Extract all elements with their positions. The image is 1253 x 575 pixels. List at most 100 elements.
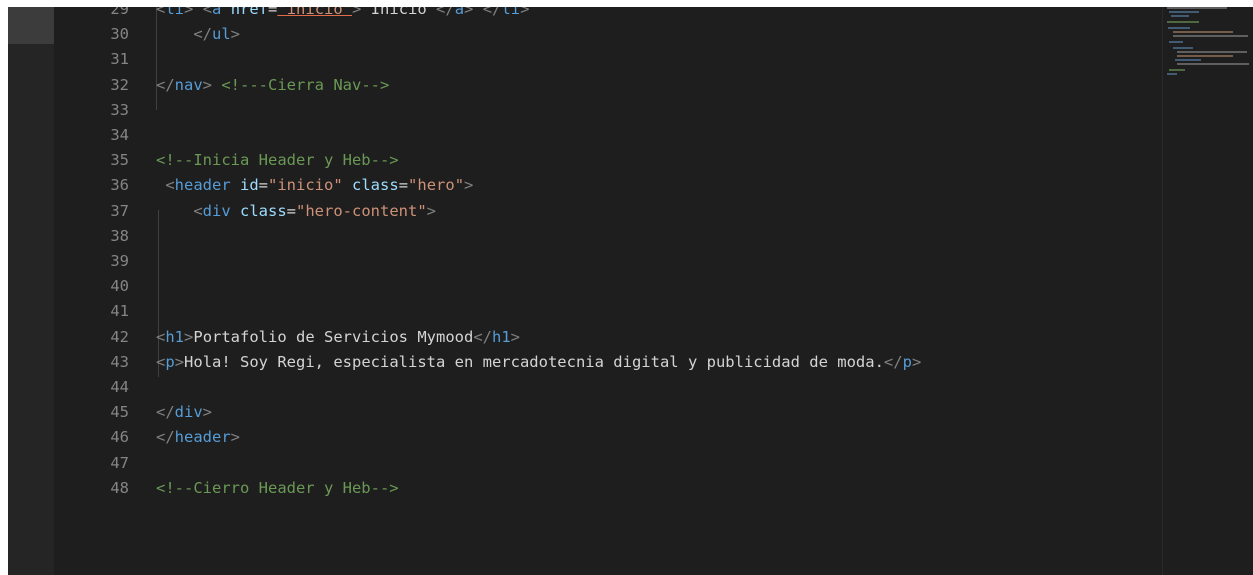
minimap-line <box>1169 11 1199 13</box>
editor-text-area[interactable]: 29 <li> <a href="inicio"> Inicio </a> </l… <box>54 7 1166 575</box>
code-token: div <box>202 201 240 220</box>
code-editor[interactable]: 29 <li> <a href="inicio"> Inicio </a> </l… <box>8 7 1253 575</box>
code-token: a <box>454 7 465 18</box>
code-token: "inicio" <box>277 7 353 18</box>
code-token: li <box>501 7 521 18</box>
code-line[interactable]: 36 <header id="inicio" class="hero"> <box>54 173 1166 198</box>
code-token: li <box>165 7 185 18</box>
code-token: > <box>230 25 241 44</box>
minimap-line <box>1169 69 1185 71</box>
minimap-line <box>1167 7 1227 9</box>
line-number: 37 <box>110 201 129 220</box>
code-token: = <box>398 176 409 195</box>
minimap-line <box>1177 63 1249 65</box>
code-line[interactable]: 40 <box>54 274 1166 299</box>
code-line[interactable]: 38 <box>54 224 1166 249</box>
line-number: 35 <box>110 151 129 170</box>
code-token: "hero-content" <box>296 201 427 220</box>
activity-bar-active-item[interactable] <box>8 7 54 44</box>
code-token: h1 <box>492 327 511 346</box>
code-token: < <box>156 176 175 195</box>
code-token: Hola! Soy Regi, especialista en mercadot… <box>184 352 884 371</box>
code-content: </ul> <box>156 22 240 47</box>
code-content: </nav> <!---Cierra Nav--> <box>156 73 389 98</box>
line-number: 40 <box>110 277 129 296</box>
minimap-line <box>1173 47 1193 49</box>
code-line[interactable]: 30 </ul> <box>54 22 1166 47</box>
code-line[interactable]: 29 <li> <a href="inicio"> Inicio </a> </l… <box>54 7 1166 22</box>
code-token: "hero" <box>408 176 465 195</box>
code-line[interactable]: 46 </header> <box>54 425 1166 450</box>
code-line[interactable]: 41 <box>54 299 1166 324</box>
code-token: > <box>352 7 371 18</box>
line-number: 29 <box>110 7 129 18</box>
code-token: <!---Cierra Nav--> <box>221 75 390 94</box>
code-line[interactable]: 43 <p>Hola! Soy Regi, especialista en mer… <box>54 350 1166 375</box>
code-content: <p>Hola! Soy Regi, especialista en merca… <box>156 350 921 375</box>
line-number: 47 <box>110 453 129 472</box>
code-line[interactable]: 47 <box>54 451 1166 476</box>
code-line[interactable]: 44 <box>54 375 1166 400</box>
code-token: ul <box>212 25 231 44</box>
code-token: Portafolio de Servicios Mymood <box>193 327 474 346</box>
code-content: <div class="hero-content"> <box>156 199 436 224</box>
line-number: 34 <box>110 126 129 144</box>
code-token: "inicio" <box>268 176 353 195</box>
code-line[interactable]: 39 <box>54 249 1166 274</box>
code-token: > <box>184 327 194 346</box>
code-token: > <box>202 403 213 422</box>
code-token: > <box>184 7 203 18</box>
code-line[interactable]: 34 <box>54 123 1166 148</box>
code-content: <!--Cierro Header y Heb--> <box>156 476 399 501</box>
code-token: id <box>240 176 259 195</box>
code-token: < <box>156 201 203 220</box>
line-number: 48 <box>110 478 129 497</box>
code-content: <!--Inicia Header y Heb--> <box>156 148 399 173</box>
code-token: > <box>520 7 530 18</box>
code-token: > <box>202 75 222 94</box>
code-line[interactable]: 37 <div class="hero-content"> <box>54 199 1166 224</box>
minimap-line <box>1169 41 1183 43</box>
minimap-line <box>1173 35 1248 37</box>
code-line[interactable]: 48 <!--Cierro Header y Heb--> <box>54 476 1166 501</box>
line-number: 45 <box>110 403 129 422</box>
line-number: 36 <box>110 176 129 195</box>
code-token: </ <box>156 25 212 44</box>
code-token: </ <box>482 7 502 18</box>
code-token: div <box>174 403 203 422</box>
line-number: 33 <box>110 100 129 119</box>
minimap-line <box>1177 51 1247 53</box>
code-token: < <box>156 7 166 18</box>
code-token: <!--Cierro Header y Heb--> <box>156 478 399 497</box>
code-line[interactable]: 45 </div> <box>54 400 1166 425</box>
line-number: 43 <box>110 352 129 371</box>
code-token: = <box>258 176 269 195</box>
line-number: 32 <box>110 75 129 94</box>
minimap-line <box>1175 59 1201 61</box>
code-token: = <box>268 7 278 18</box>
code-token: </ <box>436 7 455 18</box>
code-token: <!--Inicia Header y Heb--> <box>156 151 399 170</box>
code-line[interactable]: 32 </nav> <!---Cierra Nav--> <box>54 73 1166 98</box>
code-token: </ <box>156 403 175 422</box>
code-token: p <box>165 352 175 371</box>
code-token: nav <box>174 75 203 94</box>
minimap-line <box>1173 31 1233 33</box>
code-content: </div> <box>156 400 212 425</box>
minimap[interactable] <box>1162 7 1253 575</box>
code-line[interactable]: 33 <box>54 98 1166 123</box>
code-line[interactable]: 42 <h1>Portafolio de Servicios Mymood</h1… <box>54 325 1166 350</box>
line-number: 44 <box>110 378 129 396</box>
code-token: > <box>426 201 437 220</box>
code-line[interactable]: 31 <box>54 47 1166 72</box>
line-number: 38 <box>110 226 129 245</box>
minimap-line <box>1177 55 1233 57</box>
code-token: class <box>240 201 287 220</box>
code-token: > <box>230 428 241 447</box>
code-token: > <box>464 176 474 195</box>
code-line[interactable]: 35 <!--Inicia Header y Heb--> <box>54 148 1166 173</box>
code-content: <li> <a href="inicio"> Inicio </a> </li> <box>156 7 529 22</box>
code-token: > <box>464 7 483 18</box>
line-number: 30 <box>110 25 129 44</box>
code-content: <header id="inicio" class="hero"> <box>156 173 473 198</box>
